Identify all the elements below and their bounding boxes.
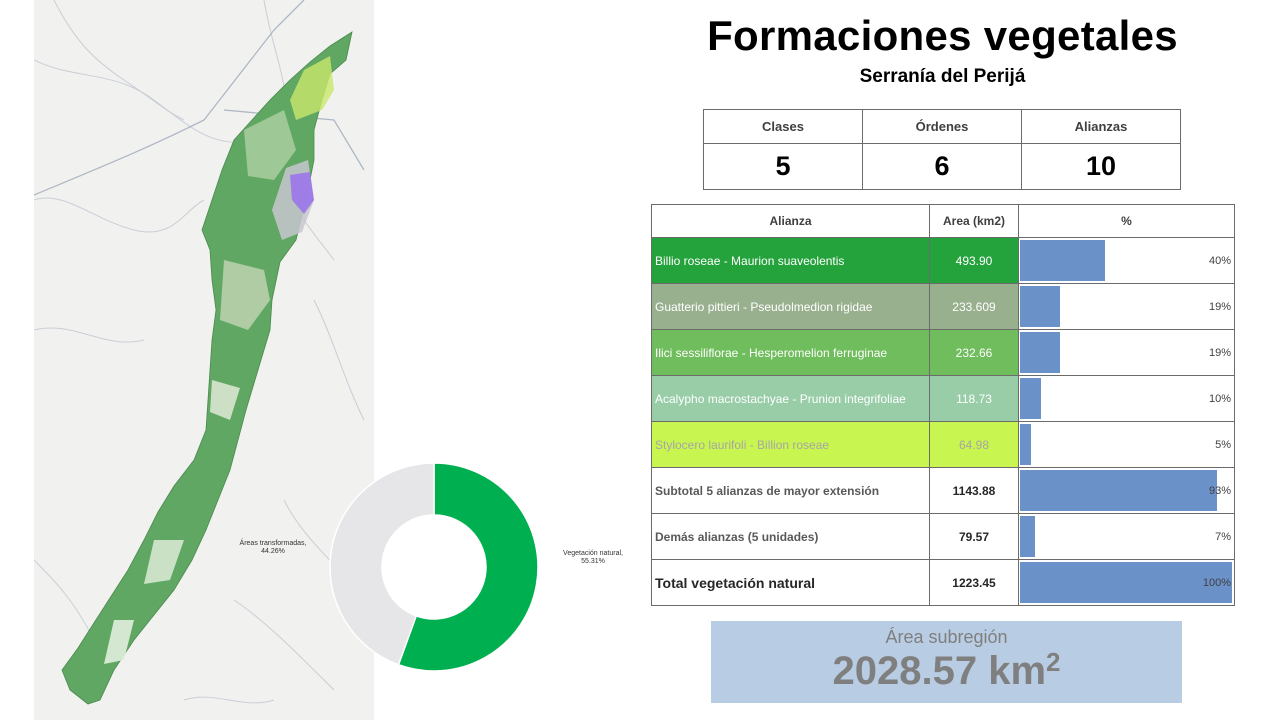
donut-label-transformadas: Áreas transformadas, 44.26% xyxy=(239,540,307,555)
summary-header-ordenes: Órdenes xyxy=(862,109,1022,144)
alliance-pct-cell: 19% xyxy=(1018,283,1235,330)
alliance-area-cell: 79.57 xyxy=(929,513,1019,560)
summary-header-clases: Clases xyxy=(703,109,863,144)
alliance-pct-cell: 5% xyxy=(1018,421,1235,468)
page-subtitle: Serranía del Perijá xyxy=(859,66,1026,87)
col-header-area: Area (km2) xyxy=(929,204,1019,238)
summary-table: Clases Órdenes Alianzas 5 6 10 xyxy=(703,109,1181,190)
alliance-pct-cell: 40% xyxy=(1018,237,1235,284)
donut-chart xyxy=(320,455,550,690)
pct-label: 19% xyxy=(1208,300,1231,313)
pct-label: 10% xyxy=(1208,392,1231,405)
region-area-value: 2028.57 km2 xyxy=(711,647,1182,694)
alliance-name-cell: Total vegetación natural xyxy=(651,559,930,606)
alliance-pct-cell: 93% xyxy=(1018,467,1235,514)
alliance-area-cell: 493.90 xyxy=(929,237,1019,284)
alliance-name-cell: Stylocero laurifoli - Billion roseae xyxy=(651,421,930,468)
alliance-name-cell: Acalypho macrostachyae - Prunion integri… xyxy=(651,375,930,422)
donut-label-natural: Vegetación natural, 55.31% xyxy=(563,550,623,565)
table-row: Ilici sessiliflorae - Hesperomelion ferr… xyxy=(651,329,1235,376)
alliance-area-cell: 118.73 xyxy=(929,375,1019,422)
alliance-name-cell: Guatterio pittieri - Pseudolmedion rigid… xyxy=(651,283,930,330)
page-title: Formaciones vegetales xyxy=(707,12,1178,59)
col-header-pct: % xyxy=(1018,204,1235,238)
region-area-number: 2028.57 km xyxy=(832,649,1047,693)
pct-label: 5% xyxy=(1215,438,1231,451)
table-row: Stylocero laurifoli - Billion roseae 64.9… xyxy=(651,421,1235,468)
alliance-name-cell: Billio roseae - Maurion suaveolentis xyxy=(651,237,930,284)
pct-bar xyxy=(1020,240,1105,281)
serrania-shape xyxy=(61,31,353,705)
table-row: Billio roseae - Maurion suaveolentis 493.… xyxy=(651,237,1235,284)
pct-bar xyxy=(1020,424,1031,465)
region-area-label: Área subregión xyxy=(885,627,1008,647)
pct-label: 7% xyxy=(1215,530,1231,543)
table-row: Demás alianzas (5 unidades) 79.57 7% xyxy=(651,513,1235,560)
col-header-alianza: Alianza xyxy=(651,204,930,238)
table-row: Guatterio pittieri - Pseudolmedion rigid… xyxy=(651,283,1235,330)
table-row: Acalypho macrostachyae - Prunion integri… xyxy=(651,375,1235,422)
alliance-name-cell: Demás alianzas (5 unidades) xyxy=(651,513,930,560)
alliance-area-cell: 1223.45 xyxy=(929,559,1019,606)
region-area-box: Área subregión 2028.57 km2 xyxy=(711,621,1182,703)
alliance-area-cell: 64.98 xyxy=(929,421,1019,468)
summary-header-alianzas: Alianzas xyxy=(1021,109,1181,144)
summary-value-clases: 5 xyxy=(703,143,863,190)
pct-bar xyxy=(1020,516,1035,557)
alliance-area-cell: 233.609 xyxy=(929,283,1019,330)
alliance-name-cell: Ilici sessiliflorae - Hesperomelion ferr… xyxy=(651,329,930,376)
pct-bar xyxy=(1020,286,1061,327)
alliance-pct-cell: 19% xyxy=(1018,329,1235,376)
summary-value-alianzas: 10 xyxy=(1021,143,1181,190)
pct-label: 93% xyxy=(1208,484,1231,497)
pct-label: 19% xyxy=(1208,346,1231,359)
alliance-area-cell: 232.66 xyxy=(929,329,1019,376)
alliance-area-cell: 1143.88 xyxy=(929,467,1019,514)
pct-bar xyxy=(1020,378,1042,419)
region-area-unit-superscript: 2 xyxy=(1046,647,1061,677)
alliance-table-body: Billio roseae - Maurion suaveolentis 493.… xyxy=(651,237,1235,606)
alliance-name-cell: Subtotal 5 alianzas de mayor extensión xyxy=(651,467,930,514)
pct-bar xyxy=(1020,562,1232,603)
pct-label: 40% xyxy=(1208,254,1231,267)
pct-bar xyxy=(1020,332,1061,373)
alliance-pct-cell: 7% xyxy=(1018,513,1235,560)
alliance-table: Alianza Area (km2) % Billio roseae - Mau… xyxy=(651,204,1235,606)
alliance-pct-cell: 10% xyxy=(1018,375,1235,422)
summary-value-ordenes: 6 xyxy=(862,143,1022,190)
pct-bar xyxy=(1020,470,1218,511)
pct-label: 100% xyxy=(1202,576,1231,589)
table-row: Subtotal 5 alianzas de mayor extensión 11… xyxy=(651,467,1235,514)
donut-chart-svg xyxy=(329,462,539,672)
alliance-pct-cell: 100% xyxy=(1018,559,1235,606)
table-row: Total vegetación natural 1223.45 100% xyxy=(651,559,1235,606)
